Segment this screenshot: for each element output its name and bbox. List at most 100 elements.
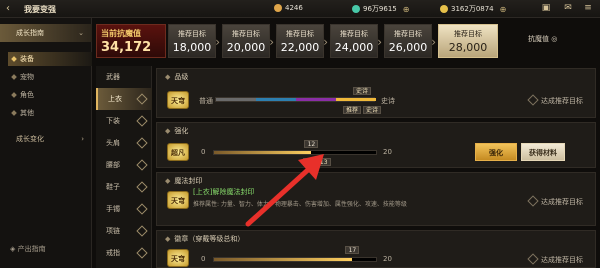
target-label: 推荐目标 bbox=[340, 30, 368, 38]
target-value: 24,000 bbox=[334, 41, 374, 54]
category-label: 腰部 bbox=[106, 161, 120, 169]
sidebar-group-growth-change[interactable]: 成长变化 › bbox=[0, 130, 92, 148]
grade-bar bbox=[215, 97, 376, 102]
diamond-icon bbox=[11, 110, 17, 116]
menu-icon[interactable]: ≡ bbox=[582, 3, 594, 15]
enhance-button[interactable]: 强化 bbox=[475, 143, 517, 161]
category-label: 头肩 bbox=[106, 139, 120, 147]
coin-icon bbox=[274, 4, 282, 12]
category-label: 武器 bbox=[106, 73, 120, 81]
target-value: 28,000 bbox=[448, 41, 488, 54]
section-marker-icon: ◆ bbox=[165, 73, 171, 81]
section-title-text: 魔法封印 bbox=[174, 177, 203, 185]
grade-seg-rare bbox=[256, 98, 296, 101]
achieve-label: 达成推荐目标 bbox=[541, 97, 583, 105]
section-marker-icon: ◆ bbox=[165, 177, 171, 185]
emblem-bar-fill bbox=[214, 258, 352, 261]
category-label: 鞋子 bbox=[106, 183, 120, 191]
category-shoes[interactable]: 鞋子 bbox=[96, 176, 152, 198]
seal-achieve: 达成推荐目标 bbox=[527, 195, 583, 207]
resource-gold: 3162万0874 ⊕ bbox=[440, 4, 506, 14]
sidebar-item-equipment[interactable]: 装备 bbox=[8, 52, 92, 66]
diamond-icon bbox=[11, 92, 17, 98]
add-gem-icon[interactable]: ⊕ bbox=[403, 5, 410, 14]
target-tab-2[interactable]: 推荐目标 20,000 › bbox=[222, 24, 274, 58]
category-waist[interactable]: 腰部 bbox=[96, 154, 152, 176]
category-ring[interactable]: 戒指 bbox=[96, 242, 152, 264]
equipment-category-list: 武器 上衣 下装 头肩 腰部 鞋子 手镯 项链 戒指 bbox=[96, 66, 152, 268]
sidebar-item-character[interactable]: 角色 bbox=[8, 88, 92, 102]
gem-icon bbox=[352, 5, 360, 13]
check-diamond-icon bbox=[527, 94, 539, 106]
alert-diamond-icon bbox=[136, 247, 148, 259]
grade-seg-normal bbox=[216, 98, 256, 101]
section-grade: ◆ 品级 天穹 普通 史诗 史诗 推荐 史诗 达成推荐目标 bbox=[156, 68, 596, 118]
enhance-current-marker: 12 bbox=[304, 140, 319, 148]
category-label: 项链 bbox=[106, 227, 120, 235]
target-value: 26,000 bbox=[388, 41, 428, 54]
section-magic-seal: ◆ 魔法封印 天穹 [上衣]解除魔法封印 推荐属性: 力量、智力、体力、物理暴击、… bbox=[156, 172, 596, 226]
section-title: ◆ 强化 bbox=[165, 126, 188, 136]
back-icon[interactable]: ‹ bbox=[6, 3, 10, 14]
chevron-right-icon: › bbox=[269, 35, 274, 49]
enhance-max-label: 20 bbox=[383, 148, 392, 156]
grade-achieve: 达成推荐目标 bbox=[527, 94, 583, 106]
category-head[interactable]: 头肩 bbox=[96, 132, 152, 154]
grade-badge-icon: 天穹 bbox=[167, 91, 189, 109]
category-necklace[interactable]: 项链 bbox=[96, 220, 152, 242]
section-title: ◆ 品级 bbox=[165, 72, 188, 82]
get-material-button[interactable]: 获得材料 bbox=[521, 143, 565, 161]
sidebar-item-label: 其他 bbox=[20, 109, 34, 117]
sidebar-item-other[interactable]: 其他 bbox=[8, 106, 92, 120]
emblem-badge-icon: 天穹 bbox=[167, 249, 189, 267]
enhance-badge-icon: 超凡 bbox=[167, 143, 189, 161]
producer-guide-button[interactable]: ◈ 产出指南 bbox=[10, 244, 46, 254]
current-power-panel: 当前抗魔值 34,172 bbox=[96, 24, 166, 58]
category-weapon[interactable]: 武器 bbox=[96, 66, 152, 88]
gem-value: 96万9615 bbox=[363, 5, 397, 13]
target-tab-3[interactable]: 推荐目标 22,000 › bbox=[276, 24, 328, 58]
kangmo-label: 抗魔值 bbox=[528, 35, 549, 43]
target-tab-4[interactable]: 推荐目标 24,000 › bbox=[330, 24, 382, 58]
emblem-achieve: 达成推荐目标 bbox=[527, 253, 583, 265]
grade-recommend-tag: 推荐 bbox=[343, 106, 362, 114]
resource-coin: 4246 bbox=[274, 4, 303, 12]
category-label: 手镯 bbox=[106, 205, 120, 213]
grade-seg-unique bbox=[296, 98, 336, 101]
target-tab-6[interactable]: 推荐目标 28,000 bbox=[438, 24, 498, 58]
section-marker-icon: ◆ bbox=[165, 235, 171, 243]
grade-right-label: 史诗 bbox=[381, 97, 395, 105]
diamond-icon bbox=[11, 56, 17, 62]
check-diamond-icon bbox=[527, 195, 539, 207]
sidebar-group-growth-guide[interactable]: 成长指南 ⌄ bbox=[0, 24, 92, 42]
grade-seg-epic bbox=[336, 98, 376, 101]
grade-recommend-value-tag: 史诗 bbox=[363, 106, 382, 114]
chevron-right-icon: › bbox=[215, 35, 220, 49]
grade-left-label: 普通 bbox=[199, 97, 213, 105]
section-title: ◆ 徽章（穿戴等级总和） bbox=[165, 234, 244, 244]
section-enhance: ◆强化 超凡 0 12 推荐 13 20 强化 获得材料 bbox=[156, 122, 596, 168]
emblem-bar bbox=[213, 257, 377, 262]
mail-icon[interactable]: ✉ bbox=[562, 3, 574, 15]
kangmo-value-button[interactable]: 抗魔值 ◎ bbox=[528, 34, 557, 44]
chest-icon[interactable]: ▣ bbox=[540, 3, 552, 15]
chevron-right-icon: › bbox=[81, 135, 84, 143]
section-title-text: 品级 bbox=[174, 73, 189, 81]
achieve-label: 达成推荐目标 bbox=[541, 198, 583, 206]
section-marker-icon: ◆ bbox=[165, 127, 171, 135]
chevron-down-icon: ⌄ bbox=[78, 29, 84, 37]
sidebar-item-pet[interactable]: 宠物 bbox=[8, 70, 92, 84]
section-title-text: 徽章（穿戴等级总和） bbox=[174, 235, 245, 243]
add-gold-icon[interactable]: ⊕ bbox=[500, 5, 507, 14]
target-tab-5[interactable]: 推荐目标 26,000 › bbox=[384, 24, 436, 58]
target-tab-1[interactable]: 推荐目标 18,000 › bbox=[168, 24, 220, 58]
category-top[interactable]: 上衣 bbox=[96, 88, 152, 110]
chevron-right-icon: › bbox=[431, 35, 436, 49]
sidebar-group-label: 成长变化 bbox=[16, 135, 44, 143]
alert-diamond-icon bbox=[136, 159, 148, 171]
category-bottom[interactable]: 下装 bbox=[96, 110, 152, 132]
category-bracelet[interactable]: 手镯 bbox=[96, 198, 152, 220]
sidebar-group-label: 成长指南 bbox=[16, 29, 44, 37]
page-title: 我要变强 bbox=[24, 5, 56, 14]
section-title-text: 强化 bbox=[174, 127, 189, 135]
